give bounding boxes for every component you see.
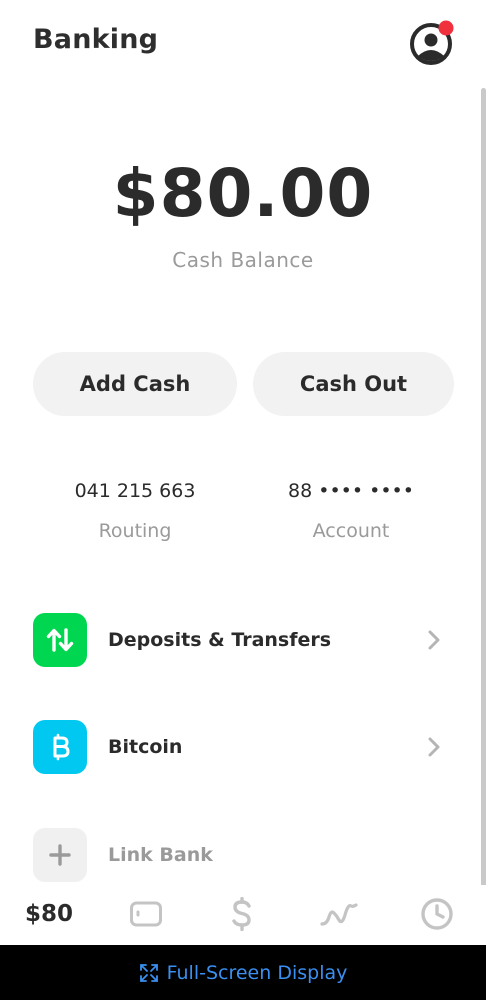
arrows-up-down-icon bbox=[46, 628, 74, 652]
tab-investing[interactable] bbox=[318, 885, 360, 943]
chevron-right-icon bbox=[428, 630, 440, 650]
bottom-tab-bar: $80 bbox=[0, 885, 486, 945]
list-item-label: Deposits & Transfers bbox=[108, 629, 332, 651]
bitcoin-tile bbox=[33, 720, 87, 774]
link-bank-tile bbox=[33, 828, 87, 882]
activity-clock-icon bbox=[421, 898, 453, 930]
cash-balance-label: Cash Balance bbox=[172, 248, 314, 272]
plus-icon bbox=[49, 844, 71, 866]
cash-balance-amount: $80.00 bbox=[112, 155, 374, 232]
routing-info[interactable]: 041 215 663 Routing bbox=[35, 480, 235, 542]
bitcoin-icon bbox=[53, 733, 70, 761]
profile-icon bbox=[410, 20, 454, 65]
routing-number: 041 215 663 bbox=[74, 480, 196, 502]
expand-icon bbox=[139, 963, 158, 982]
tab-dollar[interactable] bbox=[224, 885, 260, 943]
list-item-label: Bitcoin bbox=[108, 736, 183, 758]
notification-dot-icon bbox=[438, 20, 454, 36]
system-navigation-bar: Full-Screen Display bbox=[0, 945, 486, 1000]
page-title: Banking bbox=[33, 24, 159, 55]
add-cash-button[interactable]: Add Cash bbox=[33, 352, 237, 416]
account-number: 88 •••• •••• bbox=[288, 480, 414, 502]
deposits-tile bbox=[33, 613, 87, 667]
card-icon bbox=[130, 901, 162, 927]
chevron-right-icon bbox=[428, 737, 440, 757]
list-item-label: Link Bank bbox=[108, 844, 213, 866]
investing-icon bbox=[320, 903, 358, 926]
tab-balance[interactable]: $80 bbox=[18, 885, 80, 943]
account-info[interactable]: 88 •••• •••• Account bbox=[251, 480, 451, 542]
profile-button[interactable] bbox=[409, 20, 455, 66]
routing-label: Routing bbox=[98, 520, 172, 542]
dollar-icon bbox=[232, 897, 251, 931]
tab-activity[interactable] bbox=[418, 885, 456, 943]
full-screen-display-button[interactable]: Full-Screen Display bbox=[167, 962, 348, 984]
list-item-link-bank[interactable]: Link Bank bbox=[0, 820, 470, 890]
header: Banking bbox=[0, 0, 486, 90]
cash-out-button[interactable]: Cash Out bbox=[253, 352, 454, 416]
tab-card[interactable] bbox=[126, 885, 166, 943]
list-item-bitcoin[interactable]: Bitcoin bbox=[0, 712, 470, 782]
list-item-deposits-transfers[interactable]: Deposits & Transfers bbox=[0, 605, 470, 675]
account-label: Account bbox=[312, 520, 390, 542]
